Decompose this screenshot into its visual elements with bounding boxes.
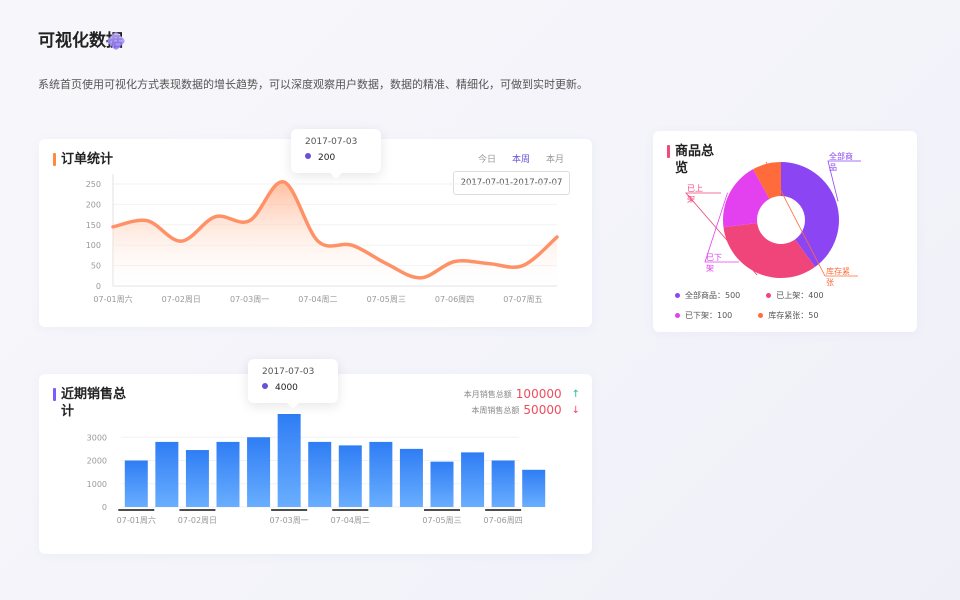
sales-tooltip-date: 2017-07-03 xyxy=(262,367,315,377)
bar xyxy=(491,460,515,507)
sales-tooltip-value: 4000 xyxy=(275,383,298,393)
x-tick-label: 07-05周三 xyxy=(422,516,461,525)
x-tick-label: 07-01周六 xyxy=(93,294,132,304)
pie-label: 已上 xyxy=(687,184,703,193)
tooltip-dot xyxy=(305,153,311,159)
bar xyxy=(308,441,332,507)
legend-item: 已上架：400 xyxy=(766,290,824,301)
goods-overview-card: 商品总览 全部商品已上架已下架库存紧张 全部商品：500 已上架：400 已下架… xyxy=(653,131,917,332)
x-tick-label: 07-07周五 xyxy=(503,295,542,304)
bar xyxy=(185,450,209,507)
bar xyxy=(247,437,271,507)
y-tick-label: 100 xyxy=(86,241,101,250)
y-tick-label: 0 xyxy=(102,503,107,512)
area-fill xyxy=(113,181,557,286)
y-tick-label: 150 xyxy=(86,221,101,230)
y-tick-label: 0 xyxy=(96,282,101,291)
tooltip-dot xyxy=(262,383,268,389)
pie-label: 库存紧 xyxy=(826,266,850,276)
order-tooltip-date: 2017-07-03 xyxy=(305,137,358,147)
pie-label: 架 xyxy=(706,264,714,273)
x-tick-label: 07-03周一 xyxy=(270,516,309,525)
pie-label: 张 xyxy=(826,278,834,287)
pie-label: 品 xyxy=(829,163,837,172)
order-tooltip: 2017-07-03 200 xyxy=(291,129,381,179)
legend-item: 已下架：100 xyxy=(675,310,732,321)
legend-item: 库存紧张：50 xyxy=(758,310,818,321)
bar xyxy=(124,460,148,507)
pie-label: 全部商 xyxy=(829,151,853,161)
page-description: 系统首页使用可视化方式表现数据的增长趋势，可以深度观察用户数据，数据的精准、精细… xyxy=(38,78,588,91)
bar xyxy=(338,445,362,507)
sales-tooltip: 2017-07-03 4000 xyxy=(248,359,338,409)
y-tick-label: 3000 xyxy=(87,433,107,442)
bar xyxy=(522,469,546,507)
x-tick-label: 07-06周四 xyxy=(435,295,474,304)
x-tick-label: 07-01周六 xyxy=(117,515,156,525)
goods-legend: 全部商品：500 已上架：400 已下架：100 库存紧张：50 xyxy=(675,290,905,321)
x-tick-label: 07-02周日 xyxy=(162,295,201,304)
x-tick-label: 07-06周四 xyxy=(484,516,523,525)
x-tick-label: 07-04周二 xyxy=(298,295,337,304)
x-tick-label: 07-05周三 xyxy=(367,295,406,304)
bar xyxy=(430,461,454,507)
x-tick-label: 07-03周一 xyxy=(230,295,269,304)
bar xyxy=(369,441,393,507)
bar xyxy=(277,414,301,507)
y-tick-label: 1000 xyxy=(87,480,107,489)
y-tick-label: 2000 xyxy=(87,457,107,466)
legend-item: 全部商品：500 xyxy=(675,290,740,301)
y-tick-label: 250 xyxy=(86,180,101,189)
bar xyxy=(399,448,423,507)
pie-label: 架 xyxy=(687,195,695,204)
x-tick-label: 07-02周日 xyxy=(178,516,217,525)
bar xyxy=(155,441,179,507)
bar xyxy=(216,441,240,507)
bar xyxy=(461,452,485,507)
pie-label: 已下 xyxy=(706,253,722,262)
y-tick-label: 200 xyxy=(86,200,101,209)
y-tick-label: 50 xyxy=(91,262,101,271)
order-tooltip-value: 200 xyxy=(318,153,336,163)
donut-slice xyxy=(723,223,816,278)
x-tick-label: 07-04周二 xyxy=(331,516,370,525)
